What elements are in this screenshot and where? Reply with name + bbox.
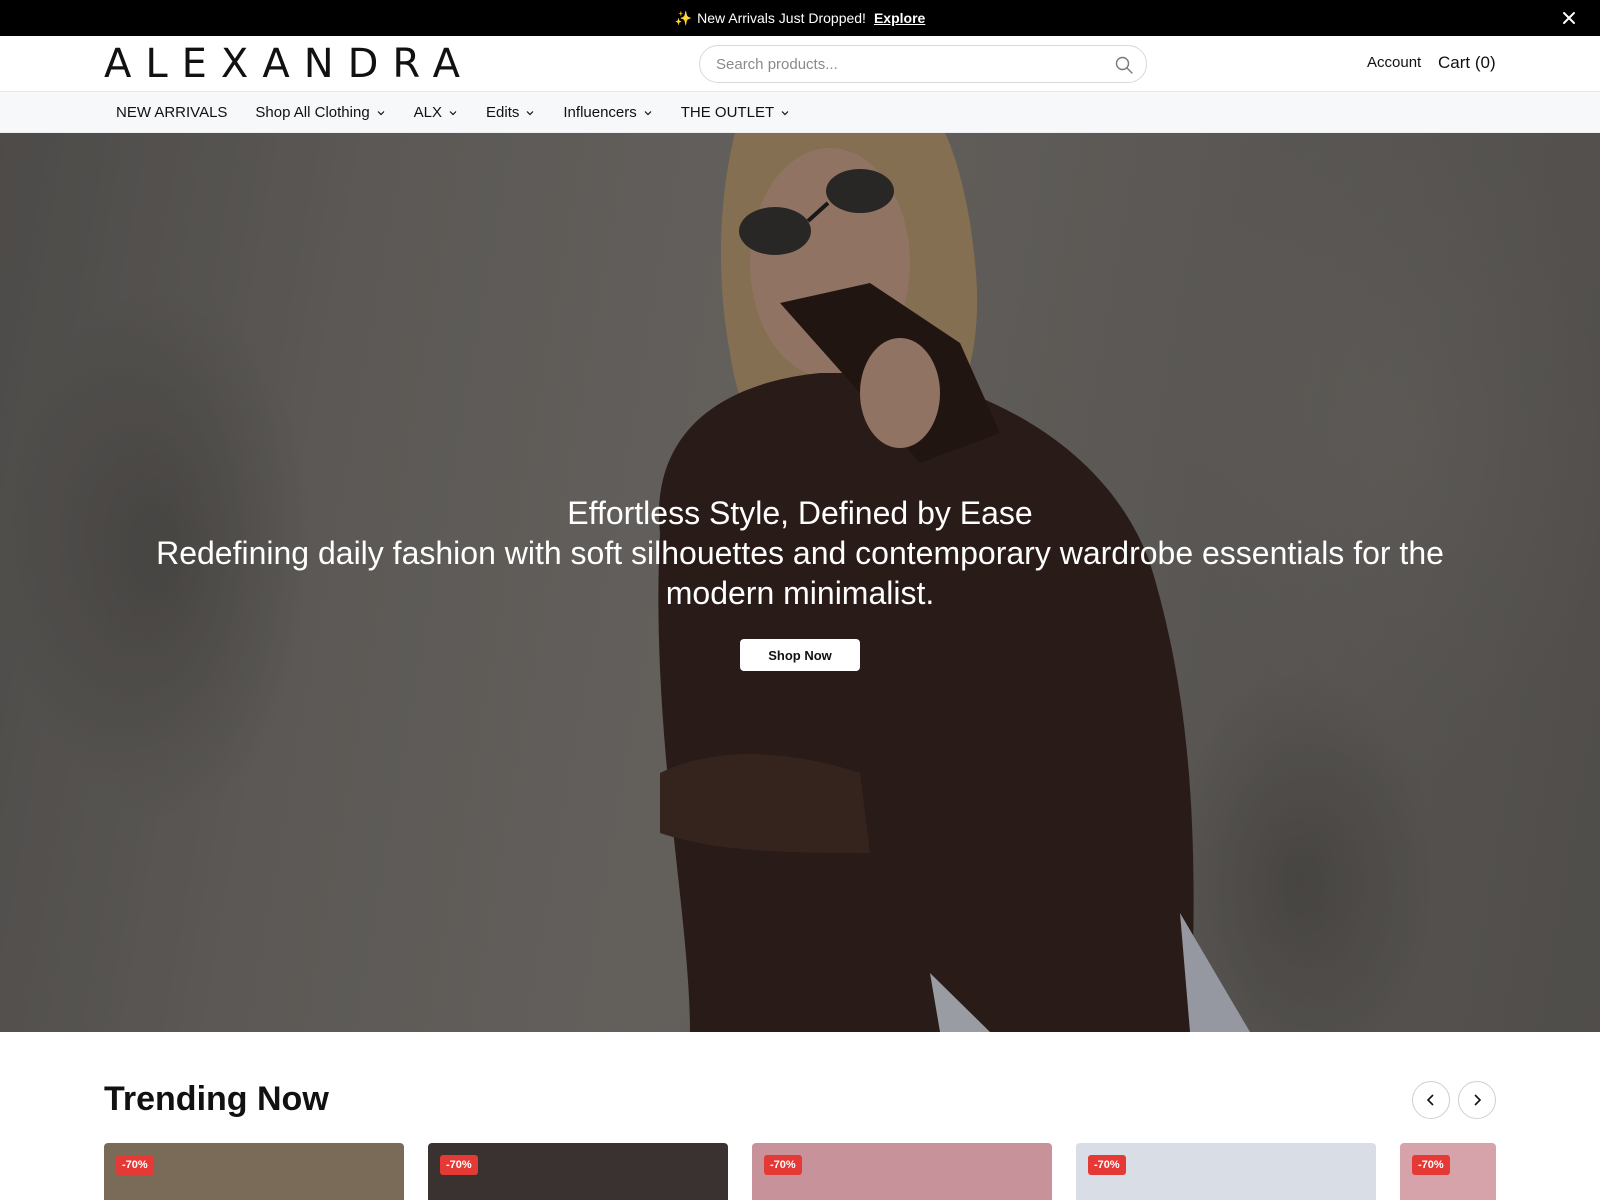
chevron-down-icon (526, 110, 534, 115)
product-card[interactable]: -70% (104, 1143, 404, 1200)
nav-item-influencers[interactable]: Influencers (563, 104, 652, 121)
nav-item-label: Influencers (563, 104, 637, 121)
product-card[interactable]: -70% (1400, 1143, 1496, 1200)
nav-item-label: Shop All Clothing (255, 104, 370, 121)
chevron-down-icon (377, 110, 385, 115)
site-header: ALEXANDRA Account Cart (0) (0, 36, 1600, 92)
hero-text: Effortless Style, Defined by Ease Redefi… (0, 493, 1600, 613)
sparkle-icon: ✨ (674, 9, 693, 26)
discount-badge: -70% (116, 1155, 154, 1175)
discount-badge: -70% (1088, 1155, 1126, 1175)
search-icon[interactable] (1114, 55, 1134, 75)
product-card[interactable]: -70% (428, 1143, 728, 1200)
search-box[interactable] (699, 45, 1147, 83)
nav-item-the-outlet[interactable]: THE OUTLET (681, 104, 790, 121)
shop-now-button[interactable]: Shop Now (740, 639, 860, 671)
main-nav: NEW ARRIVALS Shop All Clothing ALX Edits… (0, 92, 1600, 133)
nav-item-label: THE OUTLET (680, 104, 775, 121)
chevron-down-icon (781, 110, 789, 115)
hero-banner: Effortless Style, Defined by Ease Redefi… (0, 133, 1600, 1032)
chevron-down-icon (644, 110, 652, 115)
explore-link[interactable]: Explore (874, 10, 925, 26)
announcement-bar: ✨ New Arrivals Just Dropped! Explore (0, 0, 1600, 36)
brand-logo[interactable]: ALEXANDRA (104, 44, 474, 84)
close-icon[interactable] (1560, 9, 1578, 27)
nav-item-edits[interactable]: Edits (486, 104, 535, 121)
discount-badge: -70% (764, 1155, 802, 1175)
nav-item-shop-all-clothing[interactable]: Shop All Clothing (255, 104, 385, 121)
product-card[interactable]: -70% (1076, 1143, 1376, 1200)
carousel-next-button[interactable] (1458, 1081, 1496, 1119)
chevron-down-icon (449, 110, 457, 115)
account-link[interactable]: Account (1367, 54, 1421, 71)
carousel-prev-button[interactable] (1412, 1081, 1450, 1119)
nav-item-new-arrivals[interactable]: NEW ARRIVALS (116, 104, 227, 121)
product-carousel: -70% -70% -70% -70% -70% (104, 1143, 1496, 1200)
nav-item-alx[interactable]: ALX (414, 104, 458, 121)
announcement-message: New Arrivals Just Dropped! (697, 10, 866, 26)
hero-subtitle: Redefining daily fashion with soft silho… (156, 535, 1444, 611)
nav-item-label: Edits (486, 104, 520, 121)
discount-badge: -70% (440, 1155, 478, 1175)
nav-item-label: ALX (413, 104, 443, 121)
chevron-left-icon (1426, 1094, 1434, 1106)
cart-link[interactable]: Cart (0) (1438, 53, 1496, 73)
hero-title: Effortless Style, Defined by Ease (567, 495, 1033, 531)
discount-badge: -70% (1412, 1155, 1450, 1175)
nav-item-label: NEW ARRIVALS (116, 104, 228, 121)
product-card[interactable]: -70% (752, 1143, 1052, 1200)
chevron-right-icon (1474, 1094, 1482, 1106)
trending-title: Trending Now (104, 1080, 329, 1118)
search-input[interactable] (716, 46, 1096, 82)
